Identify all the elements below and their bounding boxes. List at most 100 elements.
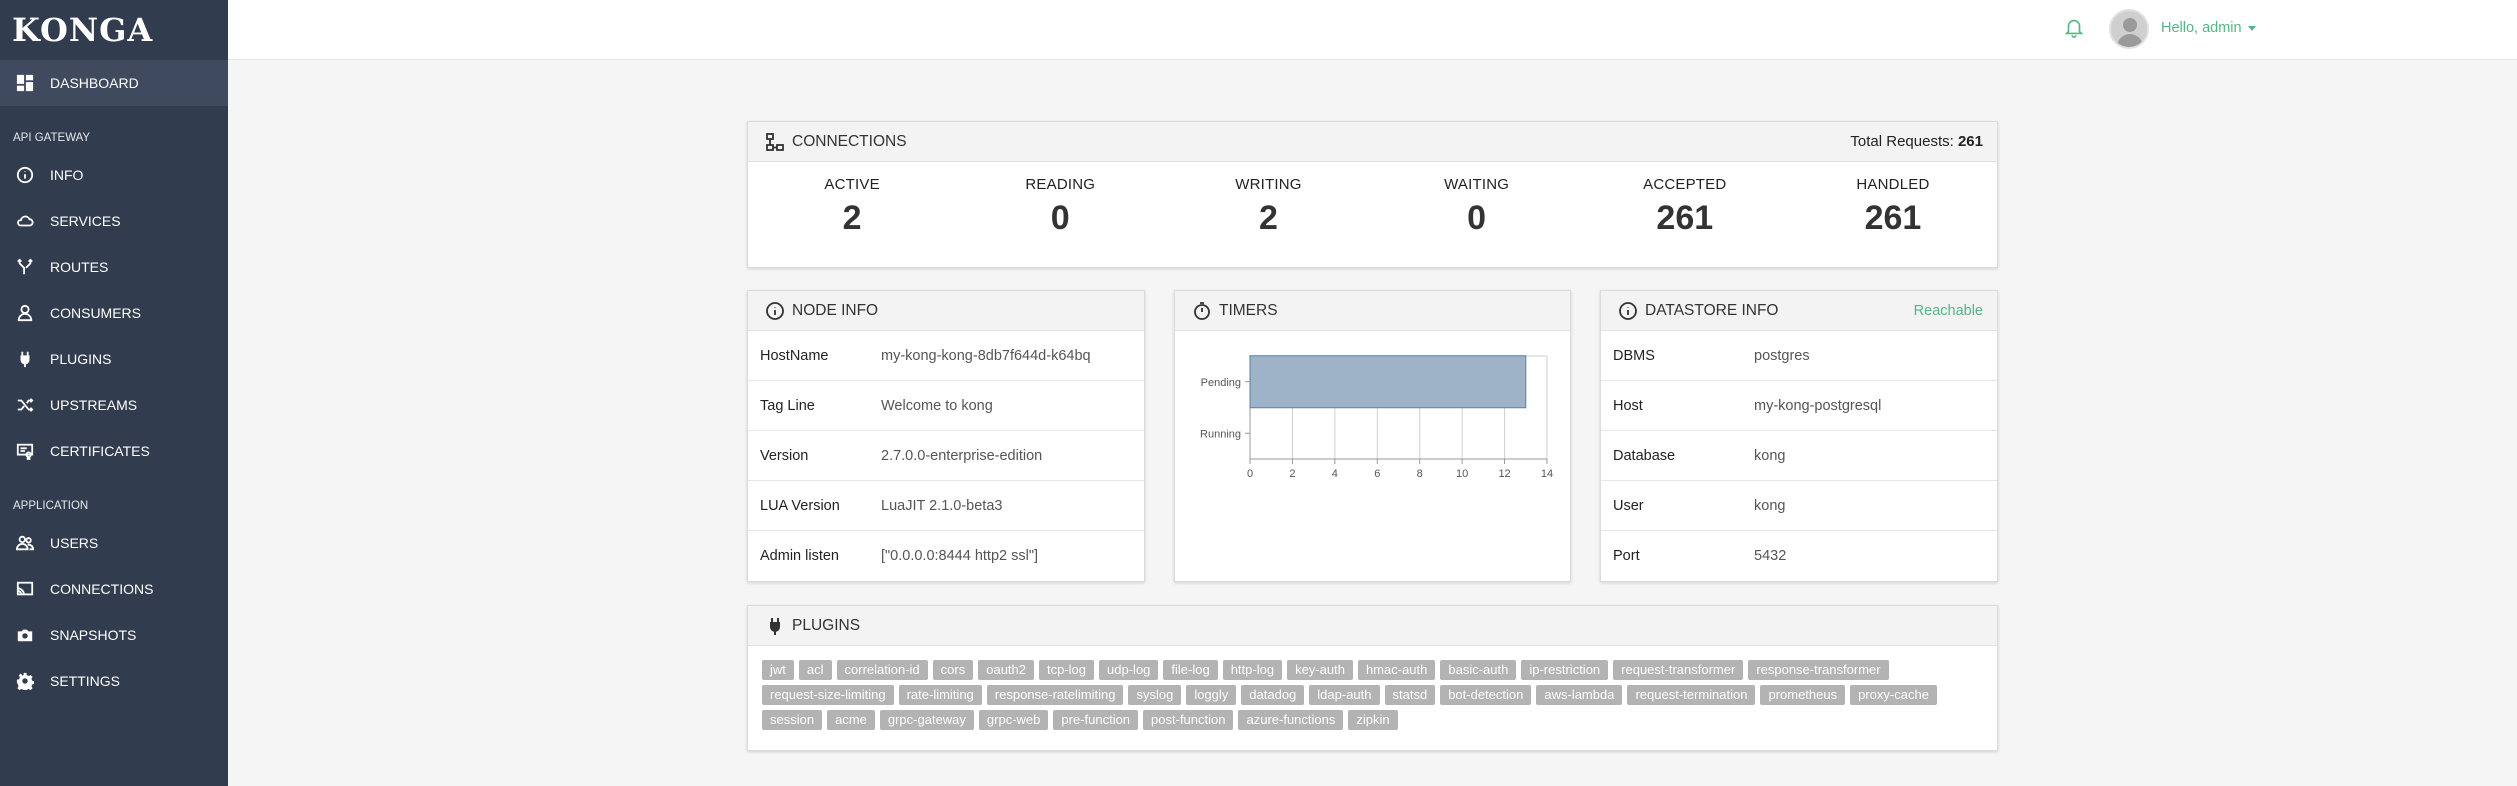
plugin-tag: rate-limiting: [898, 685, 982, 705]
info-row: Tag Line Welcome to kong: [748, 381, 1144, 431]
x-tick-label: 0: [1247, 468, 1253, 480]
plugins-panel: PLUGINS jwt acl correlation-id cors oauth2 tc…: [747, 605, 1998, 751]
plugin-tag: acl: [798, 660, 832, 680]
sidebar-item-consumers[interactable]: CONSUMERS: [0, 290, 228, 336]
plugin-tag: udp-log: [1099, 660, 1159, 680]
x-tick-label: 14: [1541, 468, 1553, 480]
info-key: Tag Line: [760, 397, 815, 414]
greeting-text: Hello, admin: [2161, 20, 2242, 36]
info-value: 2.7.0.0-enterprise-edition: [881, 447, 1043, 464]
plugin-tag: key-auth: [1287, 660, 1353, 680]
bell-icon[interactable]: [2063, 16, 2087, 40]
panel-title: CONNECTIONS: [792, 132, 907, 150]
sidebar-item-label: SNAPSHOTS: [50, 627, 137, 643]
network-icon: [764, 131, 786, 153]
info-key: Host: [1613, 397, 1643, 414]
sidebar-item-services[interactable]: SERVICES: [0, 198, 228, 244]
stat-value: 0: [1050, 199, 1070, 237]
info-row: LUA Version LuaJIT 2.1.0-beta3: [748, 481, 1144, 531]
plugin-tag: correlation-id: [836, 660, 928, 680]
plugin-tag: post-function: [1143, 710, 1234, 730]
stat-value: 261: [1864, 199, 1922, 237]
plugin-tag: jwt: [762, 660, 794, 680]
info-icon: [15, 165, 35, 185]
y-tick-label: Running: [1200, 428, 1241, 440]
plugin-tags: jwt acl correlation-id cors oauth2 tcp-log udp…: [748, 646, 1997, 730]
total-requests: Total Requests: 261: [1850, 133, 1983, 150]
info-value: LuaJIT 2.1.0-beta3: [881, 497, 1003, 514]
node-info-panel: NODE INFO HostName my-kong-kong-8db7f644d…: [747, 290, 1145, 582]
plugin-tag: bot-detection: [1440, 685, 1532, 705]
plugin-tag: datadog: [1241, 685, 1305, 705]
plugin-tag: ldap-auth: [1309, 685, 1380, 705]
info-value: ["0.0.0.0:8444 http2 ssl"]: [881, 548, 1039, 564]
sidebar-item-connections[interactable]: CONNECTIONS: [0, 566, 228, 612]
sidebar-item-label: UPSTREAMS: [50, 397, 138, 413]
plugin-tag: proxy-cache: [1850, 685, 1937, 705]
sidebar-item-label: PLUGINS: [50, 351, 112, 367]
sidebar-item-upstreams[interactable]: UPSTREAMS: [0, 382, 228, 428]
panel-title: PLUGINS: [792, 616, 861, 634]
panel-title: NODE INFO: [792, 301, 879, 319]
stat-value: 0: [1467, 199, 1487, 237]
stat-label: WAITING: [1444, 176, 1510, 193]
y-tick-label: Pending: [1201, 377, 1241, 389]
sidebar-item-info[interactable]: INFO: [0, 152, 228, 198]
plugin-tag: oauth2: [978, 660, 1034, 680]
stat-value: 261: [1656, 199, 1714, 237]
dashboard-icon: [15, 73, 35, 93]
plug-icon: [15, 349, 35, 369]
user-menu[interactable]: Hello, admin: [2161, 20, 2256, 36]
section-application: APPLICATION: [13, 500, 89, 512]
stat-value: 2: [842, 199, 862, 237]
info-key: Version: [760, 447, 809, 464]
sidebar-item-certificates[interactable]: CERTIFICATES: [0, 428, 228, 474]
connections-panel: CONNECTIONS Total Requests: 261 ACTIVE 2 R…: [747, 121, 1998, 268]
panel-title: DATASTORE INFO: [1645, 301, 1779, 319]
info-key: DBMS: [1613, 347, 1655, 364]
gear-icon: [15, 671, 35, 691]
plugin-tag: azure-functions: [1238, 710, 1344, 730]
sidebar-item-dashboard[interactable]: DASHBOARD: [0, 60, 228, 106]
plugin-tag: request-transformer: [1613, 660, 1744, 680]
datastore-info-panel: DATASTORE INFO Reachable DBMS postgres Hos…: [1600, 290, 1998, 582]
sidebar-item-label: INFO: [50, 167, 84, 183]
sidebar-item-snapshots[interactable]: SNAPSHOTS: [0, 612, 228, 658]
stat-label: WRITING: [1235, 176, 1302, 193]
avatar[interactable]: [2109, 9, 2149, 49]
stat-handled: HANDLED 261: [1789, 162, 1997, 266]
info-row: Admin listen ["0.0.0.0:8444 http2 ssl"]: [748, 531, 1144, 581]
plugin-tag: session: [762, 710, 823, 730]
info-key: User: [1613, 497, 1644, 514]
timers-panel: TIMERS 0 2 4 6 8 10 12 14 Pending Running: [1174, 290, 1571, 582]
users-icon: [15, 533, 35, 553]
sidebar-item-label: ROUTES: [50, 259, 109, 275]
sidebar-item-users[interactable]: USERS: [0, 520, 228, 566]
x-tick-label: 4: [1332, 468, 1338, 480]
sidebar-item-plugins[interactable]: PLUGINS: [0, 336, 228, 382]
info-key: LUA Version: [760, 497, 840, 514]
info-row: Host my-kong-postgresql: [1601, 381, 1997, 431]
konga-logo[interactable]: KONGA: [0, 0, 228, 60]
info-icon: [1617, 300, 1639, 322]
x-tick-label: 8: [1417, 468, 1423, 480]
stat-accepted: ACCEPTED 261: [1581, 162, 1789, 266]
plugin-tag: zipkin: [1348, 710, 1398, 730]
sidebar-item-label: CONSUMERS: [50, 305, 142, 321]
bar-pending: [1249, 355, 1527, 409]
logo-text: KONGA: [12, 11, 154, 49]
x-tick-label: 6: [1374, 468, 1380, 480]
plug-icon: [764, 615, 786, 637]
stat-writing: WRITING 2: [1164, 162, 1372, 266]
x-tick-label: 2: [1289, 468, 1295, 480]
sidebar-item-settings[interactable]: SETTINGS: [0, 658, 228, 704]
plugin-tag: response-ratelimiting: [986, 685, 1124, 705]
plugin-tag: request-termination: [1627, 685, 1756, 705]
info-row: HostName my-kong-kong-8db7f644d-k64bq: [748, 331, 1144, 381]
sidebar-item-routes[interactable]: ROUTES: [0, 244, 228, 290]
plugin-tag: aws-lambda: [1536, 685, 1623, 705]
sidebar-item-label: SETTINGS: [50, 673, 121, 689]
certificate-icon: [15, 441, 35, 461]
plugin-tag: http-log: [1222, 660, 1283, 680]
stat-waiting: WAITING 0: [1373, 162, 1581, 266]
